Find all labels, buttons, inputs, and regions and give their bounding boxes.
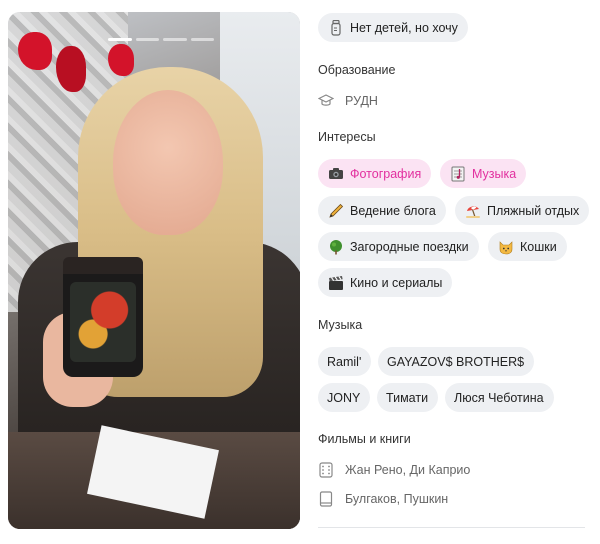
- children-label: Нет детей, но хочу: [350, 20, 458, 35]
- music-label: GAYAZOV$ BROTHER$: [387, 354, 525, 369]
- education-value: РУДН: [345, 94, 378, 108]
- children-chip: Нет детей, но хочу: [318, 13, 468, 42]
- graduation-cap-icon: [318, 93, 334, 109]
- interest-chip-cats[interactable]: Кошки: [488, 232, 567, 261]
- interest-label: Кино и сериалы: [350, 275, 443, 290]
- music-chip[interactable]: Тимати: [377, 383, 439, 412]
- films-value: Жан Рено, Ди Каприо: [345, 463, 471, 477]
- camera-icon: [327, 165, 344, 182]
- music-title: Музыка: [318, 318, 363, 332]
- photo-face: [113, 90, 223, 235]
- interest-chip-music[interactable]: Музыка: [440, 159, 527, 188]
- film-icon: [318, 462, 334, 478]
- photo-flower: [56, 46, 86, 92]
- photo-cup-art: [70, 282, 136, 362]
- music-label: Люся Чеботина: [454, 390, 544, 405]
- education-title: Образование: [318, 63, 396, 77]
- interest-label: Фотография: [350, 166, 422, 181]
- music-chip[interactable]: Ramil': [318, 347, 372, 376]
- pen-icon: [327, 202, 344, 219]
- interest-chip-beach[interactable]: Пляжный отдых: [455, 196, 590, 225]
- interest-label: Музыка: [472, 166, 517, 181]
- beach-umbrella-icon: [464, 202, 481, 219]
- interest-label: Пляжный отдых: [487, 203, 580, 218]
- music-chip[interactable]: JONY: [318, 383, 371, 412]
- music-label: Тимати: [386, 390, 429, 405]
- interest-chip-photography[interactable]: Фотография: [318, 159, 432, 188]
- interests-title: Интересы: [318, 130, 376, 144]
- books-value: Булгаков, Пушкин: [345, 492, 449, 506]
- profile-photo[interactable]: [8, 12, 300, 529]
- photo-progress-segment[interactable]: [135, 38, 159, 41]
- music-label: JONY: [327, 390, 361, 405]
- music-label: Ramil': [327, 354, 362, 369]
- section-divider: [318, 527, 585, 528]
- photo-progress-indicator: [108, 38, 214, 41]
- books-row: Булгаков, Пушкин: [318, 489, 448, 509]
- photo-progress-segment[interactable]: [108, 38, 132, 41]
- interest-label: Ведение блога: [350, 203, 436, 218]
- book-icon: [318, 491, 334, 507]
- bottle-icon: [327, 19, 344, 36]
- interest-chip-movies[interactable]: Кино и сериалы: [318, 268, 453, 297]
- photo-flower: [18, 32, 52, 70]
- films-row: Жан Рено, Ди Каприо: [318, 460, 470, 480]
- education-row: РУДН: [318, 91, 378, 111]
- interest-label: Кошки: [520, 239, 557, 254]
- interest-label: Загородные поездки: [350, 239, 469, 254]
- interest-chip-blogging[interactable]: Ведение блога: [318, 196, 446, 225]
- photo-progress-segment[interactable]: [163, 38, 187, 41]
- films-books-title: Фильмы и книги: [318, 432, 411, 446]
- photo-flower: [108, 44, 134, 76]
- clapperboard-icon: [327, 274, 344, 291]
- cat-icon: [497, 238, 514, 255]
- music-chip[interactable]: GAYAZOV$ BROTHER$: [378, 347, 535, 376]
- interest-chip-country-trips[interactable]: Загородные поездки: [318, 232, 479, 261]
- photo-progress-segment[interactable]: [190, 38, 214, 41]
- music-chip[interactable]: Люся Чеботина: [445, 383, 554, 412]
- music-note-icon: [449, 165, 466, 182]
- tree-icon: [327, 238, 344, 255]
